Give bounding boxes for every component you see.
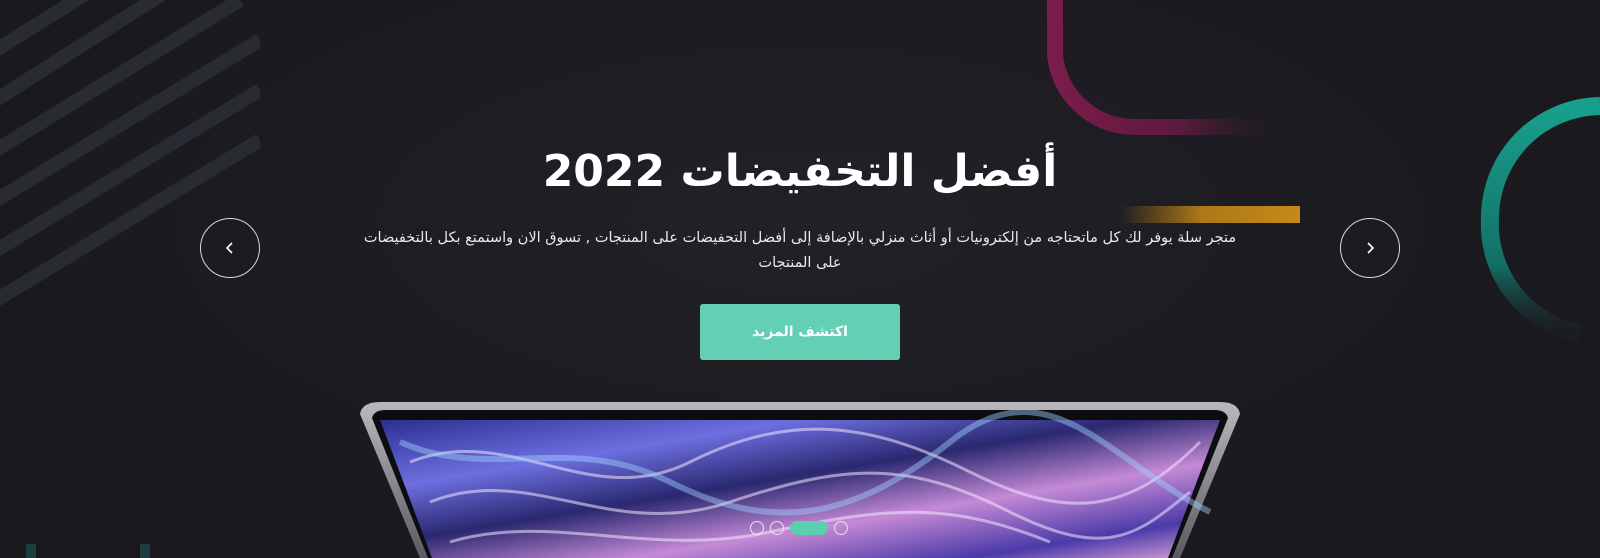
slider-pagination bbox=[750, 520, 848, 536]
slide-dot-active[interactable] bbox=[790, 521, 828, 535]
slide-dot[interactable] bbox=[770, 521, 784, 535]
discover-more-button[interactable]: اكتشف المزيد bbox=[700, 304, 900, 360]
hero-title: أفضل التخفيضات 2022 bbox=[542, 146, 1058, 197]
previous-slide-button[interactable] bbox=[200, 218, 260, 278]
decorative-tick bbox=[26, 544, 36, 558]
hero-slider: أفضل التخفيضات 2022 متجر سلة يوفر لك كل … bbox=[0, 0, 1600, 558]
next-slide-button[interactable] bbox=[1340, 218, 1400, 278]
slide-dot[interactable] bbox=[750, 521, 764, 535]
chevron-right-icon bbox=[1367, 242, 1375, 254]
decorative-gold-bar bbox=[1120, 206, 1300, 223]
discover-more-label: اكتشف المزيد bbox=[752, 324, 848, 340]
chevron-left-icon bbox=[225, 242, 233, 254]
slide-dot[interactable] bbox=[834, 521, 848, 535]
hero-description: متجر سلة يوفر لك كل ماتحتاجه من إلكتروني… bbox=[363, 230, 1237, 271]
decorative-tick bbox=[140, 544, 150, 558]
